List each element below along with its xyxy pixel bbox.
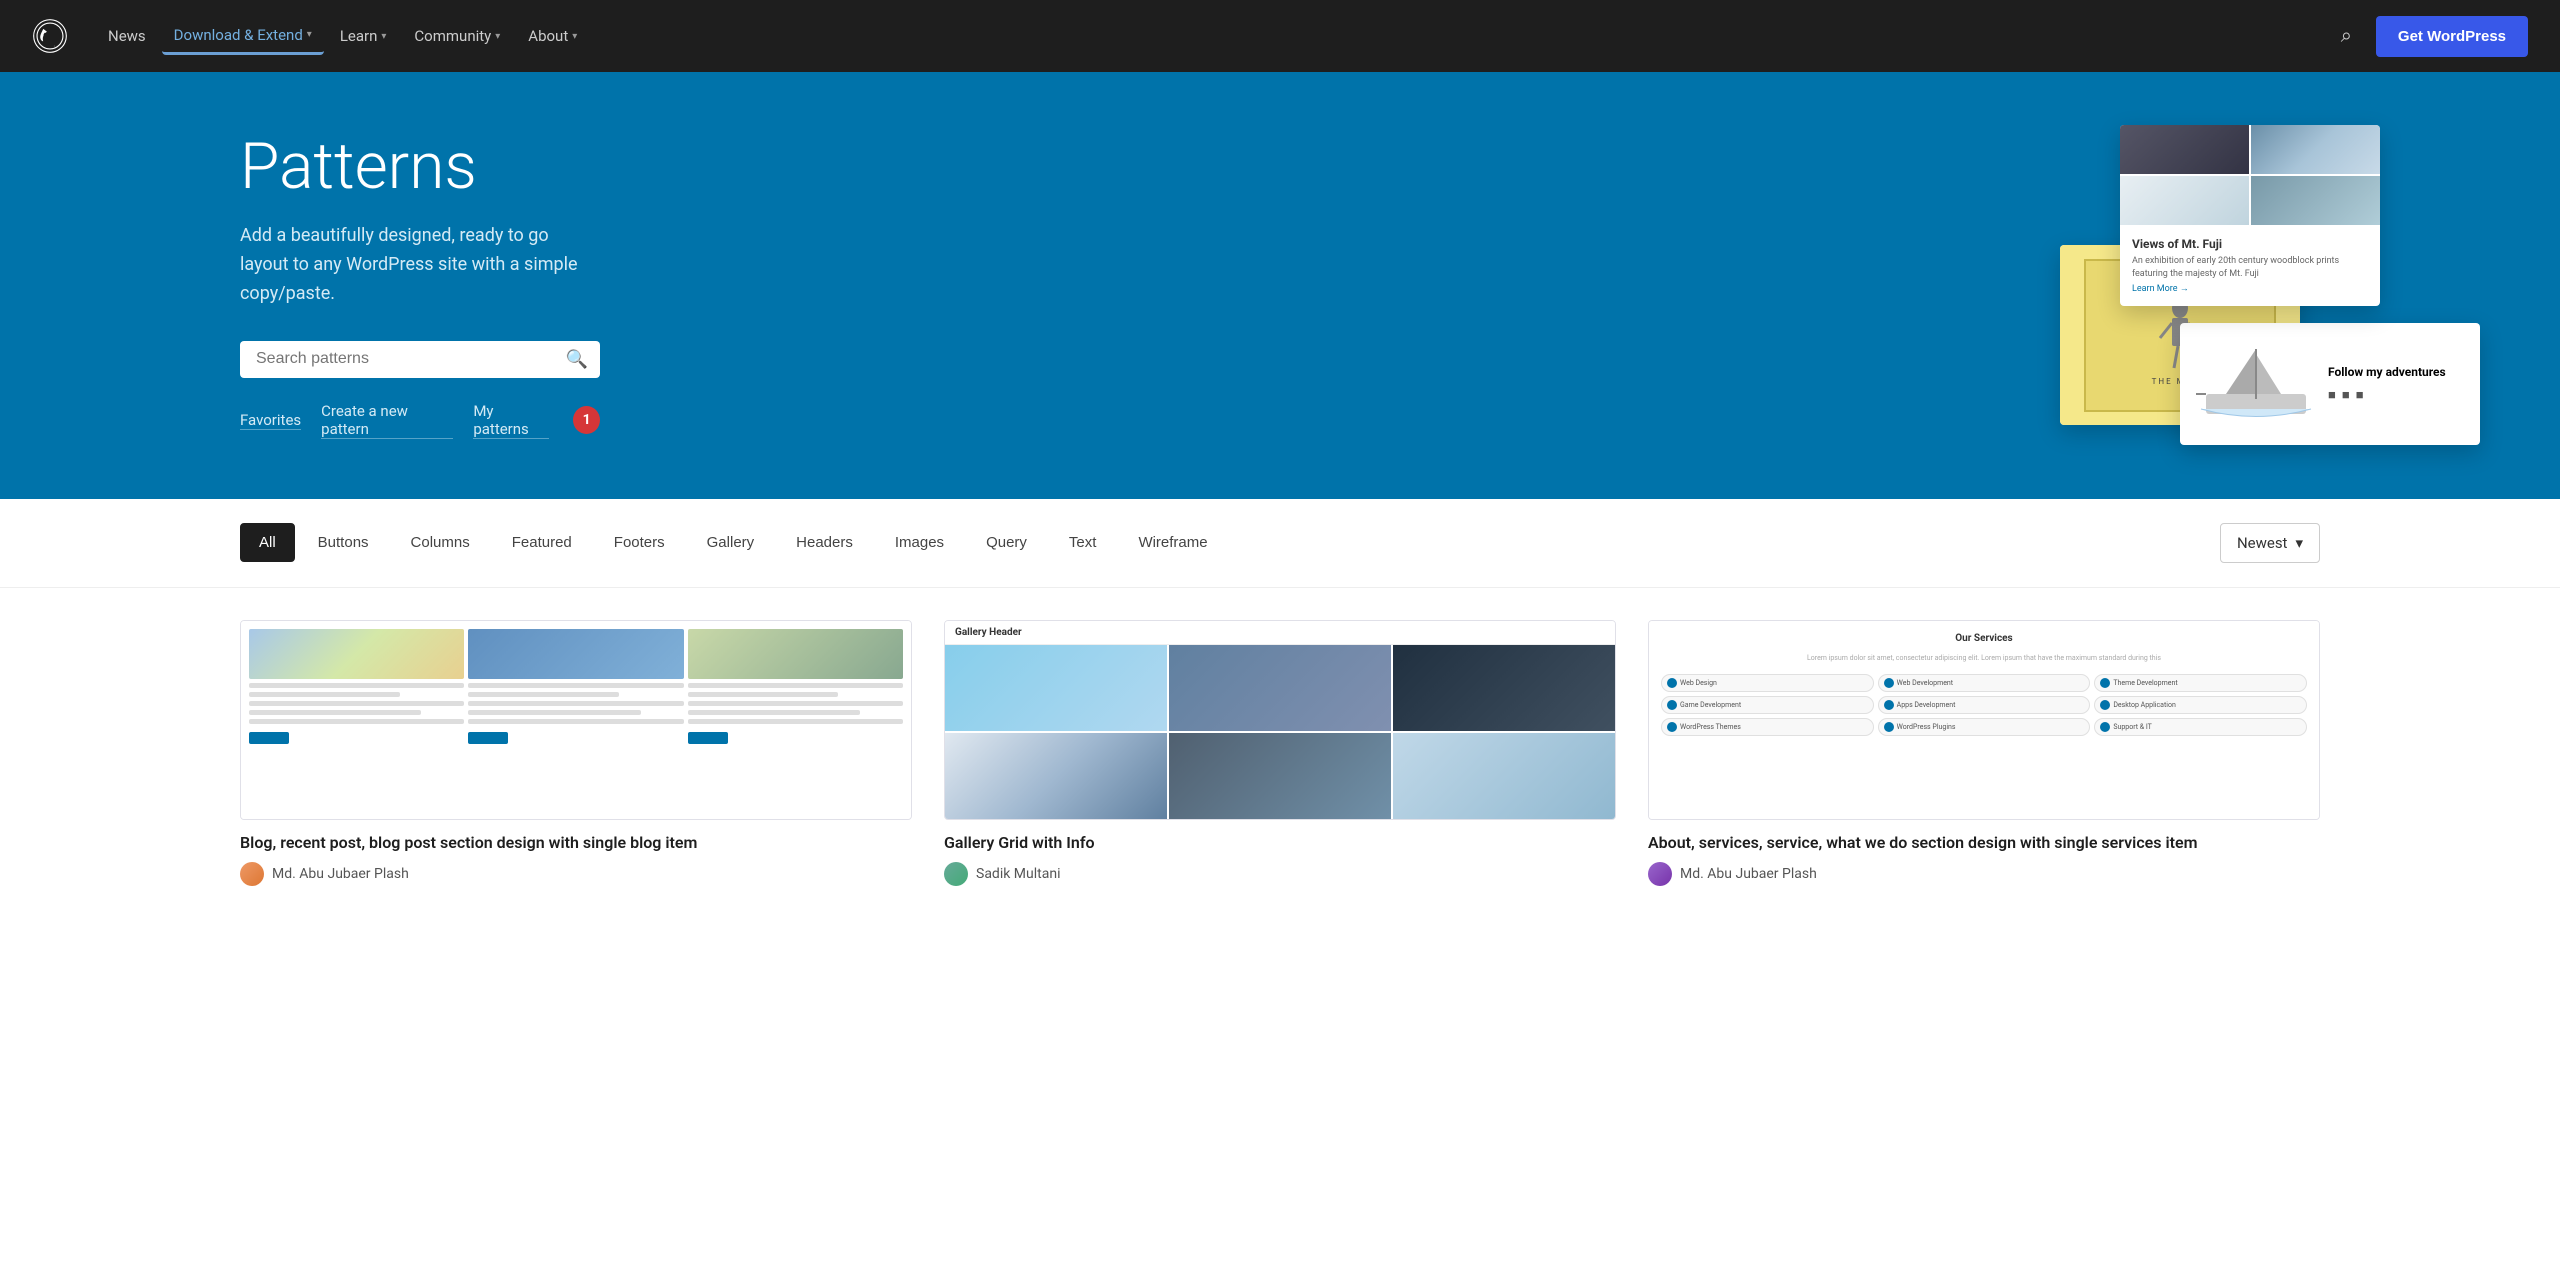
- nav-right: ⌕ Get WordPress: [2333, 16, 2528, 57]
- filter-tab-images[interactable]: Images: [876, 523, 963, 562]
- navbar: News Download & Extend ▾ Learn ▾ Communi…: [0, 0, 2560, 72]
- author-avatar-1: [240, 862, 264, 886]
- chevron-down-icon: ▾: [381, 31, 386, 42]
- pattern-title-gallery: Gallery Grid with Info: [944, 832, 1616, 854]
- card2-text: Follow my adventures ■ ■ ■: [2328, 365, 2446, 403]
- patterns-grid: Blog, recent post, blog post section des…: [0, 588, 2560, 918]
- create-pattern-link[interactable]: Create a new pattern: [321, 402, 453, 439]
- filter-tab-featured[interactable]: Featured: [493, 523, 591, 562]
- search-submit-button[interactable]: 🔍: [562, 345, 592, 374]
- card-dark-img: [2120, 125, 2249, 174]
- nav-links: News Download & Extend ▾ Learn ▾ Communi…: [96, 18, 2333, 55]
- pattern-card-gallery[interactable]: Gallery Header Gallery Grid with Info Sa…: [944, 620, 1616, 886]
- gallery-cell-valley: [1169, 733, 1391, 819]
- social-icon-2: ■: [2342, 387, 2350, 403]
- filter-tab-all[interactable]: All: [240, 523, 295, 562]
- pattern-title-blog: Blog, recent post, blog post section des…: [240, 832, 912, 854]
- social-icons: ■ ■ ■: [2328, 387, 2446, 403]
- services-grid-mock: Web Design Web Development Theme Develop…: [1661, 674, 2307, 736]
- hero-subtitle: Add a beautifully designed, ready to go …: [240, 222, 600, 308]
- filter-tab-buttons[interactable]: Buttons: [299, 523, 388, 562]
- pattern-author-blog: Md. Abu Jubaer Plash: [240, 862, 912, 886]
- service-item-1: Web Design: [1661, 674, 1874, 692]
- pattern-author-gallery: Sadik Multani: [944, 862, 1616, 886]
- pattern-author-services: Md. Abu Jubaer Plash: [1648, 862, 2320, 886]
- hero-card-2: Follow my adventures ■ ■ ■: [2180, 323, 2480, 445]
- pattern-thumbnail-services: Our Services Lorem ipsum dolor sit amet,…: [1648, 620, 2320, 820]
- service-item-9: Support & IT: [2094, 718, 2307, 736]
- search-input[interactable]: [256, 350, 562, 368]
- my-patterns-link[interactable]: My patterns: [473, 402, 549, 439]
- service-item-2: Web Development: [1878, 674, 2091, 692]
- filter-tab-headers[interactable]: Headers: [777, 523, 872, 562]
- services-heading: Our Services: [1661, 633, 2307, 644]
- card-mountain-img: [2251, 125, 2380, 174]
- notification-badge: 1: [573, 406, 600, 434]
- page-title: Patterns: [240, 132, 600, 202]
- nav-link-community[interactable]: Community ▾: [402, 19, 512, 53]
- pattern-title-services: About, services, service, what we do sec…: [1648, 832, 2320, 854]
- get-wordpress-button[interactable]: Get WordPress: [2376, 16, 2528, 57]
- hero-card-1: Views of Mt. Fuji An exhibition of early…: [2120, 125, 2380, 305]
- gallery-header-text: Gallery Header: [945, 621, 1615, 645]
- gallery-cell-mountain: [1169, 645, 1391, 731]
- filter-bar: All Buttons Columns Featured Footers Gal…: [0, 499, 2560, 588]
- service-item-5: Apps Development: [1878, 696, 2091, 714]
- blog-mock-content: [241, 621, 911, 819]
- social-icon-1: ■: [2328, 387, 2336, 403]
- ship-illustration: [2196, 339, 2316, 429]
- gallery-cell-dark: [1393, 645, 1615, 731]
- hero-links: Favorites Create a new pattern My patter…: [240, 402, 600, 439]
- blog-image-beach: [249, 629, 464, 679]
- service-item-8: WordPress Plugins: [1878, 718, 2091, 736]
- nav-link-download-extend[interactable]: Download & Extend ▾: [162, 18, 324, 55]
- card-snow-img: [2120, 176, 2249, 225]
- card-text: Views of Mt. Fuji An exhibition of early…: [2120, 225, 2380, 305]
- card-image-grid: [2120, 125, 2380, 225]
- filter-tab-footers[interactable]: Footers: [595, 523, 684, 562]
- gallery-cell-sky: [945, 645, 1167, 731]
- sort-dropdown[interactable]: Newest ▾: [2220, 523, 2320, 563]
- blog-image-boat: [468, 629, 683, 679]
- search-button[interactable]: ⌕: [2333, 17, 2360, 56]
- service-item-7: WordPress Themes: [1661, 718, 1874, 736]
- gallery-cell-snow: [945, 733, 1167, 819]
- favorites-link[interactable]: Favorites: [240, 411, 301, 430]
- chevron-down-icon: ▾: [495, 31, 500, 42]
- nav-link-news[interactable]: News: [96, 19, 158, 53]
- filter-tab-wireframe[interactable]: Wireframe: [1119, 523, 1226, 562]
- filter-tab-query[interactable]: Query: [967, 523, 1046, 562]
- chevron-down-icon: ▾: [572, 31, 577, 42]
- author-avatar-2: [944, 862, 968, 886]
- pattern-thumbnail-gallery: Gallery Header: [944, 620, 1616, 820]
- social-icon-3: ■: [2356, 387, 2364, 403]
- nav-link-learn[interactable]: Learn ▾: [328, 19, 399, 53]
- pattern-thumbnail-blog: [240, 620, 912, 820]
- search-bar: 🔍: [240, 341, 600, 378]
- blog-image-shore: [688, 629, 903, 679]
- filter-tab-columns[interactable]: Columns: [392, 523, 489, 562]
- pattern-card-services[interactable]: Our Services Lorem ipsum dolor sit amet,…: [1648, 620, 2320, 886]
- service-item-6: Desktop Application: [2094, 696, 2307, 714]
- services-mock-content: Our Services Lorem ipsum dolor sit amet,…: [1649, 621, 2319, 819]
- pattern-card-blog[interactable]: Blog, recent post, blog post section des…: [240, 620, 912, 886]
- hero-decorative-cards: Views of Mt. Fuji An exhibition of early…: [2060, 125, 2480, 445]
- author-avatar-3: [1648, 862, 1672, 886]
- hero-content: Patterns Add a beautifully designed, rea…: [0, 132, 600, 439]
- card-mountain2-img: [2251, 176, 2380, 225]
- search-icon: 🔍: [566, 349, 588, 369]
- filter-tab-gallery[interactable]: Gallery: [688, 523, 774, 562]
- chevron-down-icon: ▾: [307, 29, 312, 40]
- gallery-cell-clouds: [1393, 733, 1615, 819]
- search-icon: ⌕: [2341, 25, 2352, 47]
- service-item-3: Theme Development: [2094, 674, 2307, 692]
- filter-tab-text[interactable]: Text: [1050, 523, 1116, 562]
- service-item-4: Game Development: [1661, 696, 1874, 714]
- nav-link-about[interactable]: About ▾: [516, 19, 589, 53]
- hero-section: Patterns Add a beautifully designed, rea…: [0, 72, 2560, 499]
- chevron-down-icon: ▾: [2295, 534, 2303, 552]
- wordpress-logo[interactable]: [32, 18, 68, 54]
